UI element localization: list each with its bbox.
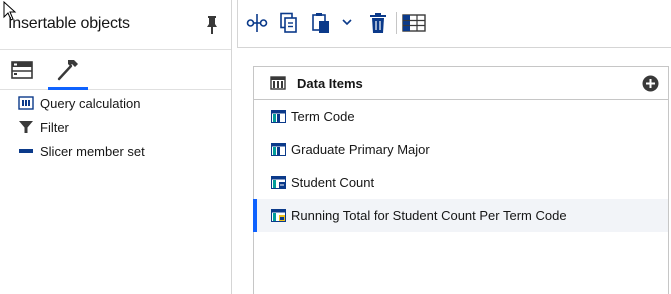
object-label: Query calculation [40,95,141,111]
panel-header: Insertable objects [0,0,231,50]
cut-icon [246,14,268,32]
data-item-label: Student Count [291,175,375,190]
cut-button[interactable] [244,10,270,36]
data-item-calculated-icon [271,209,286,222]
data-item-row-selected[interactable]: Running Total for Student Count Per Term… [253,199,668,232]
paste-button[interactable] [308,10,334,36]
query-calculation-icon [18,95,36,111]
filter-icon [18,119,36,135]
tab-data[interactable] [48,50,88,90]
object-list: Query calculation Filter Slicer member s… [0,91,231,163]
table-properties-icon [402,14,426,32]
data-items-title: Data Items [297,76,363,91]
toolbar [237,0,671,48]
tab-toolbox[interactable] [2,50,42,89]
toolbox-icon [11,60,33,79]
panel-title: Insertable objects [8,15,130,32]
hammer-icon [57,59,78,80]
data-items-table-icon [270,76,286,90]
data-items-panel: Data Items Term Code Graduate Primary Ma… [253,66,669,294]
data-items-header: Data Items [254,67,668,100]
copy-icon [280,12,297,33]
data-item-row[interactable]: Term Code [254,100,668,133]
paste-icon [312,13,329,33]
object-filter[interactable]: Filter [0,115,231,139]
delete-button[interactable] [365,10,391,36]
pin-icon[interactable] [204,15,220,35]
copy-button[interactable] [276,10,302,36]
data-item-label: Running Total for Student Count Per Term… [291,208,567,223]
data-item-icon [271,143,286,156]
data-item-measure-icon [271,176,286,189]
add-icon[interactable] [642,75,659,92]
data-item-icon [271,110,286,123]
object-label: Slicer member set [40,143,145,159]
insertable-tabs [0,50,231,90]
data-item-row[interactable]: Student Count [254,166,668,199]
chevron-down-icon[interactable] [342,18,352,26]
object-slicer-member-set[interactable]: Slicer member set [0,139,231,163]
delete-icon [370,13,386,33]
object-label: Filter [40,119,69,135]
data-item-label: Graduate Primary Major [291,142,430,157]
table-properties-button[interactable] [401,10,427,36]
object-query-calculation[interactable]: Query calculation [0,91,231,115]
insertable-objects-panel: Insertable objects Query calculation Fil… [0,0,232,294]
slicer-member-set-icon [18,143,36,159]
data-item-row[interactable]: Graduate Primary Major [254,133,668,166]
toolbar-separator [396,12,397,34]
data-item-label: Term Code [291,109,355,124]
